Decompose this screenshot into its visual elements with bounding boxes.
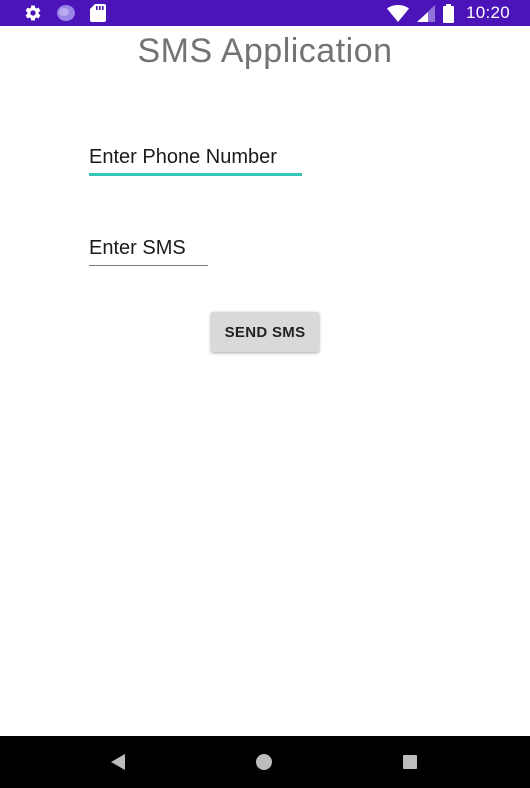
recents-button[interactable] [380, 736, 440, 788]
back-icon [110, 754, 126, 770]
back-button[interactable] [88, 736, 148, 788]
phone-number-hint[interactable]: Enter Phone Number [89, 146, 302, 173]
send-sms-button[interactable]: SEND SMS [211, 312, 319, 352]
home-icon [255, 753, 273, 771]
battery-icon [442, 3, 454, 23]
status-right-icons: 10:20 [386, 3, 510, 23]
status-time: 10:20 [465, 3, 510, 22]
home-button[interactable] [234, 736, 294, 788]
sms-message-underline [89, 265, 208, 266]
phone-number-underline [89, 173, 302, 176]
circle-app-icon [56, 4, 76, 22]
phone-number-field[interactable]: Enter Phone Number [89, 146, 302, 176]
sd-card-icon [90, 4, 106, 22]
recents-icon [402, 754, 418, 770]
status-bar: 10:20 [0, 0, 530, 26]
cell-signal-icon [416, 4, 435, 22]
sms-message-hint[interactable]: Enter SMS [89, 237, 208, 264]
status-left-icons [24, 4, 106, 22]
sms-message-field[interactable]: Enter SMS [89, 237, 208, 266]
navigation-bar [0, 736, 530, 788]
gear-icon [24, 4, 42, 22]
page-title: SMS Application [137, 32, 393, 70]
screen: 10:20 SMS Application Enter Phone Number… [0, 0, 530, 788]
wifi-icon [386, 4, 409, 22]
